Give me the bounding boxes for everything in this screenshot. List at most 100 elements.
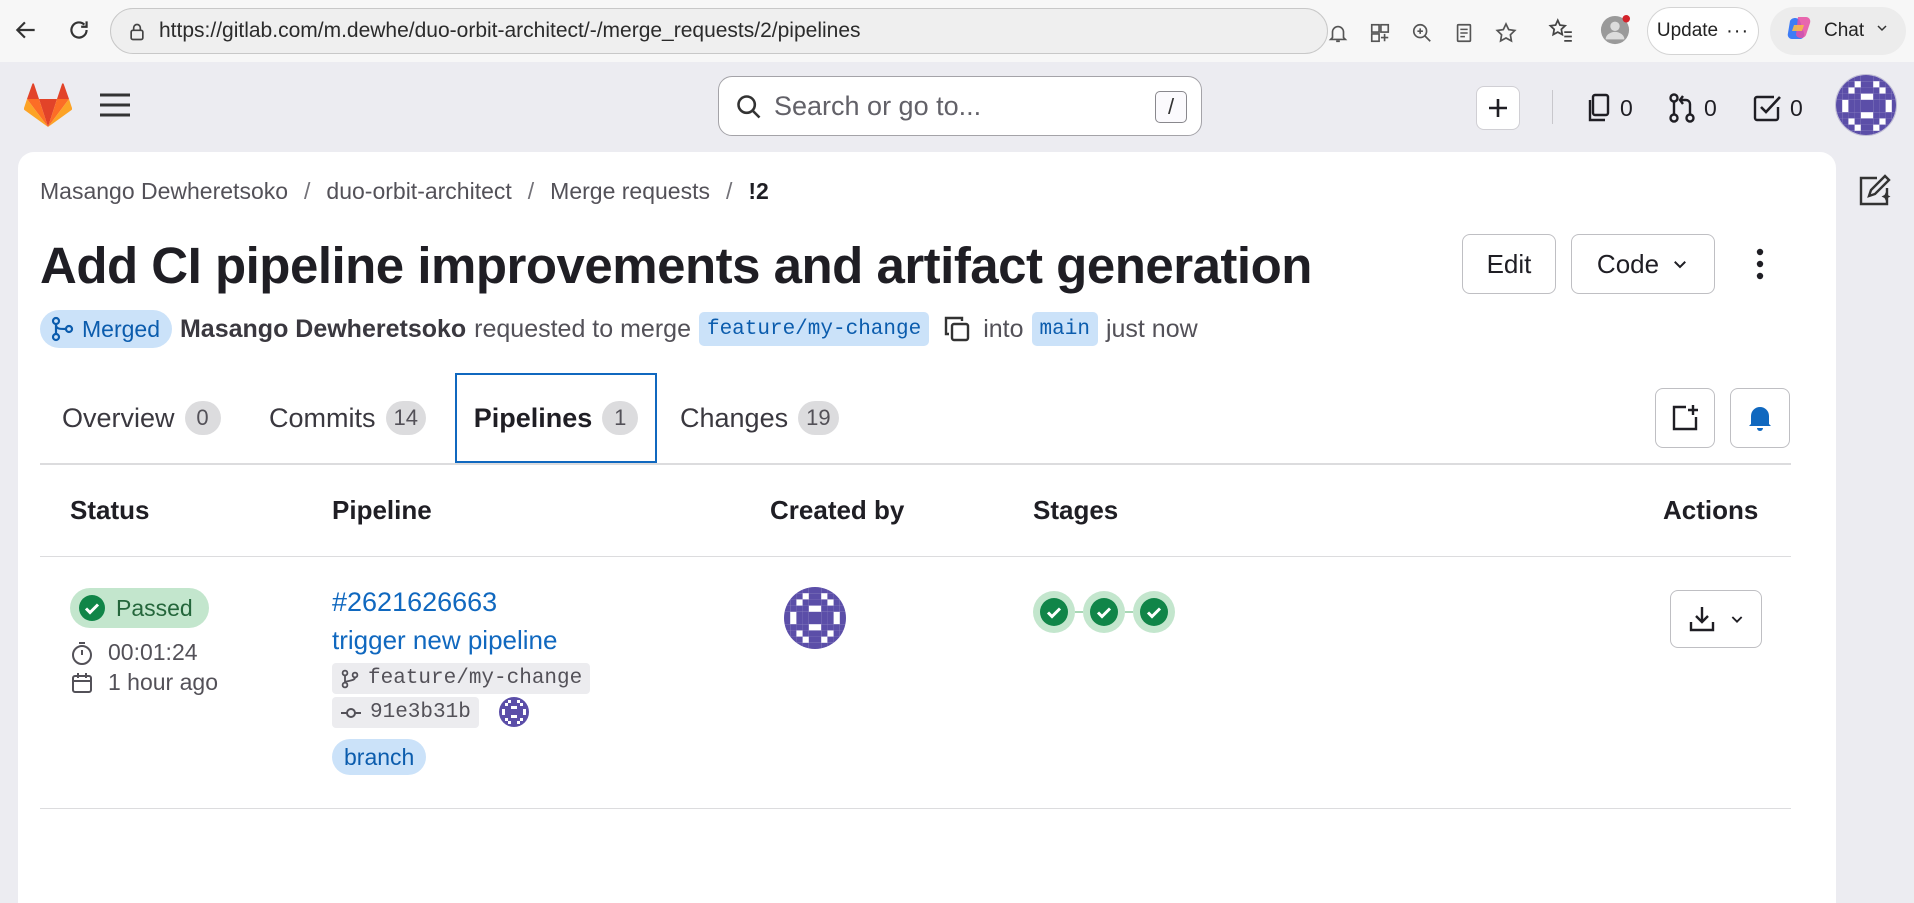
target-branch[interactable]: main (1031, 312, 1098, 346)
browser-update-button[interactable]: Update ··· (1647, 7, 1759, 55)
pipelines-table-header: Status Pipeline Created by Stages Action… (40, 465, 1791, 557)
breadcrumb-merge-requests[interactable]: Merge requests (550, 178, 710, 205)
merge-requests-counter[interactable]: 0 (1668, 90, 1717, 126)
tab-label: Overview (62, 402, 175, 433)
search-shortcut-key: / (1155, 91, 1187, 123)
gitlab-logo-icon[interactable] (23, 83, 73, 134)
search-icon (735, 93, 763, 126)
tab-pipelines[interactable]: Pipelines 1 (455, 373, 657, 463)
stage-connector (1125, 611, 1133, 613)
header-pipeline: Pipeline (332, 495, 432, 525)
avatar-identicon-icon (1836, 75, 1896, 135)
address-bar[interactable]: https://gitlab.com/m.dewhe/duo-orbit-arc… (110, 8, 1517, 54)
zoom-icon[interactable] (1410, 21, 1434, 45)
pipeline-finished-at: 1 hour ago (70, 669, 218, 696)
issues-counter[interactable]: 0 (1586, 90, 1633, 126)
search-placeholder: Search or go to... (774, 90, 982, 121)
back-icon[interactable] (10, 14, 42, 46)
header-actions: Actions (1663, 495, 1759, 525)
commit-author-avatar[interactable] (499, 697, 529, 727)
tab-count: 19 (798, 401, 839, 435)
status-badge: Merged (40, 310, 172, 348)
todos-counter[interactable]: 0 (1752, 90, 1803, 126)
page-title: Add CI pipeline improvements and artifac… (40, 237, 1312, 294)
copilot-chat-button[interactable]: Chat (1770, 7, 1906, 55)
create-new-button[interactable] (1476, 86, 1520, 130)
header-stages: Stages (1033, 495, 1119, 525)
code-dropdown-button[interactable]: Code (1571, 234, 1715, 294)
mr-meta-line: Merged Masango Dewheretsoko requested to… (40, 310, 1198, 348)
mr-tabs: Overview 0 Commits 14 Pipelines 1 Change… (40, 373, 1791, 465)
browser-toolbar: https://gitlab.com/m.dewhe/duo-orbit-arc… (0, 0, 1914, 62)
tab-label: Commits (269, 402, 376, 433)
breadcrumb-user[interactable]: Masango Dewheretsoko (40, 178, 288, 205)
copy-icon[interactable] (943, 315, 971, 343)
copilot-icon (1784, 13, 1814, 49)
merge-request-icon (1669, 93, 1695, 123)
divider (1552, 90, 1553, 124)
avatar-identicon-icon (784, 587, 846, 649)
breadcrumb-separator: / (527, 178, 535, 204)
tab-count: 0 (184, 401, 221, 435)
pipeline-branch-chip[interactable]: feature/my-change (332, 663, 591, 694)
add-todo-icon (1672, 405, 1698, 431)
more-actions-icon[interactable] (1740, 244, 1780, 284)
edit-button[interactable]: Edit (1462, 234, 1556, 294)
duo-chat-edit-icon[interactable] (1855, 172, 1893, 210)
header-created-by: Created by (770, 495, 905, 525)
stage-passed-icon[interactable] (1133, 591, 1175, 633)
url-text: https://gitlab.com/m.dewhe/duo-orbit-arc… (159, 19, 861, 42)
search-input[interactable]: Search or go to... / (718, 76, 1202, 136)
chat-label: Chat (1824, 20, 1865, 41)
merge-requests-count: 0 (1704, 94, 1717, 121)
pipeline-stages (1033, 591, 1175, 633)
tab-label: Pipelines (473, 402, 593, 433)
creator-avatar[interactable] (784, 587, 846, 649)
author-name[interactable]: Masango Dewheretsoko (180, 315, 466, 344)
breadcrumb-project[interactable]: duo-orbit-architect (326, 178, 511, 205)
stage-passed-icon[interactable] (1083, 591, 1125, 633)
chevron-down-icon (1674, 261, 1687, 269)
profile-icon[interactable] (1600, 15, 1630, 45)
commit-sha-chip[interactable]: 91e3b31b (332, 697, 479, 728)
breadcrumb-current[interactable]: !2 (748, 178, 768, 205)
stage-passed-icon[interactable] (1033, 591, 1075, 633)
tab-label: Changes (680, 402, 789, 433)
issues-icon (1588, 93, 1610, 122)
avatar-identicon-icon (499, 697, 529, 727)
tab-count: 1 (602, 401, 639, 435)
pipeline-status-badge[interactable]: Passed (70, 588, 209, 628)
issues-count: 0 (1620, 94, 1633, 121)
favorites-icon[interactable] (1546, 15, 1576, 45)
pipeline-duration: 00:01:24 (70, 639, 198, 666)
tab-overview[interactable]: Overview 0 (62, 373, 221, 463)
apps-icon[interactable] (1368, 21, 1392, 45)
add-todo-button[interactable] (1655, 388, 1715, 448)
commit-icon (341, 707, 361, 718)
table-row: Passed 00:01:24 1 hour ago #2621626663 t… (40, 557, 1791, 809)
more-dots-icon: ··· (1726, 19, 1750, 42)
tab-count: 14 (385, 401, 426, 435)
header-status: Status (70, 495, 150, 525)
download-artifacts-button[interactable] (1670, 590, 1762, 648)
reader-view-icon[interactable] (1452, 21, 1476, 45)
breadcrumb-separator: / (725, 178, 733, 204)
branch-name: feature/my-change (368, 667, 583, 690)
favorite-star-icon[interactable] (1494, 21, 1518, 45)
status-label: Passed (116, 594, 193, 621)
tab-changes[interactable]: Changes 19 (680, 373, 839, 463)
reload-icon[interactable] (63, 14, 95, 46)
source-branch[interactable]: feature/my-change (698, 312, 930, 346)
calendar-icon (72, 672, 92, 693)
notifications-toggle-button[interactable] (1730, 388, 1790, 448)
chevron-down-icon (1874, 20, 1890, 42)
pipeline-name-link[interactable]: trigger new pipeline (332, 625, 557, 656)
plus-icon (1489, 99, 1507, 117)
code-label: Code (1596, 248, 1660, 279)
hamburger-menu-icon[interactable] (98, 90, 132, 125)
pipeline-id-link[interactable]: #2621626663 (332, 587, 497, 618)
requested-text: requested to merge (474, 314, 691, 343)
user-avatar[interactable] (1835, 74, 1897, 136)
notifications-bell-icon[interactable] (1326, 21, 1350, 45)
tab-commits[interactable]: Commits 14 (269, 373, 426, 463)
